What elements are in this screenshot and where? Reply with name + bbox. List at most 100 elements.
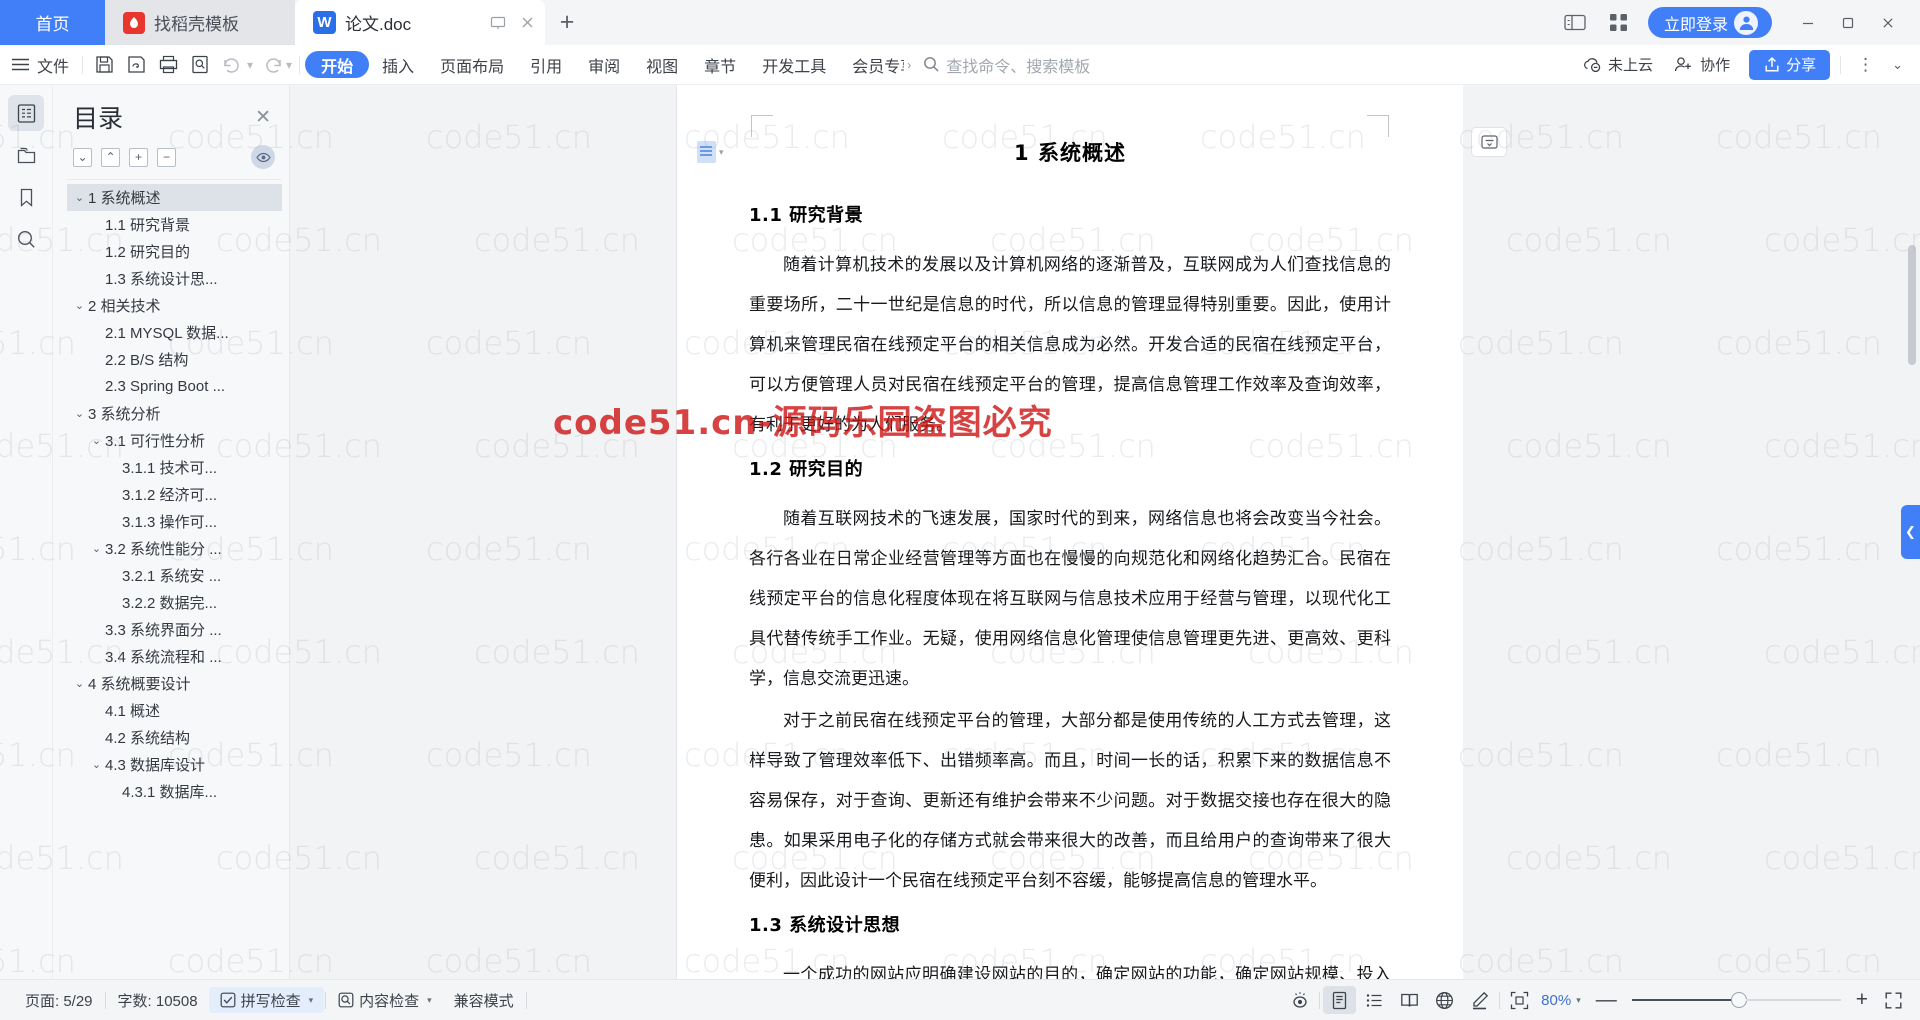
chevron-down-icon[interactable]: ⌄ xyxy=(71,191,88,204)
view-web-layout-icon[interactable] xyxy=(1428,986,1461,1014)
tab-review[interactable]: 审阅 xyxy=(575,51,633,78)
collapse-ribbon-button[interactable]: ⌄ xyxy=(1886,57,1910,73)
eye-care-mode-icon[interactable] xyxy=(1283,986,1316,1014)
tab-references[interactable]: 引用 xyxy=(517,51,575,78)
close-window-button[interactable] xyxy=(1868,0,1908,45)
right-panel-expand-button[interactable]: ❮ xyxy=(1901,505,1920,559)
tab-find-template[interactable]: 找稻壳模板 xyxy=(105,0,295,45)
collapse-all-icon[interactable]: − xyxy=(157,147,176,167)
print-icon[interactable] xyxy=(152,50,184,80)
toc-item[interactable]: ⌄ 4 系统概要设计 xyxy=(67,670,282,697)
print-preview-icon[interactable] xyxy=(184,50,216,80)
spell-check-button[interactable]: 拼写检查 ▾ xyxy=(208,987,325,1013)
collaborate-button[interactable]: 协作 xyxy=(1666,51,1738,79)
toc-item[interactable]: ⌄ 3 系统分析 xyxy=(67,400,282,427)
toc-item[interactable]: 3.2.2 数据完... xyxy=(67,589,282,616)
paragraph-style-badge[interactable]: ▾ xyxy=(697,141,724,163)
chevron-up-icon[interactable]: ⌃ xyxy=(101,147,120,167)
tab-page-layout[interactable]: 页面布局 xyxy=(427,51,517,78)
toc-close-icon[interactable]: ✕ xyxy=(251,106,275,129)
view-print-layout-icon[interactable] xyxy=(1323,986,1357,1014)
compat-mode-indicator[interactable]: 兼容模式 xyxy=(443,987,525,1013)
document-page[interactable]: ▾ 1 系统概述 1.1 研究背景 随着计算机技术的发展以及计算机网络的逐渐普及… xyxy=(677,85,1463,979)
search-input[interactable]: 查找命令、搜索模板 xyxy=(923,53,1090,77)
cloud-status-button[interactable]: 未上云 xyxy=(1574,51,1661,79)
tab-section[interactable]: 章节 xyxy=(691,51,749,78)
close-tab-icon[interactable] xyxy=(520,15,535,30)
toc-item[interactable]: 3.1.1 技术可... xyxy=(67,454,282,481)
word-count-indicator[interactable]: 字数: 10508 xyxy=(107,987,209,1013)
expand-all-icon[interactable]: + xyxy=(129,147,148,167)
toc-item[interactable]: 4.3.1 数据库... xyxy=(67,778,282,805)
undo-button[interactable]: ▾ xyxy=(216,50,255,80)
login-button[interactable]: 立即登录 xyxy=(1647,7,1772,38)
tab-insert[interactable]: 插入 xyxy=(369,51,427,78)
toc-eye-icon[interactable] xyxy=(251,145,275,169)
document-canvas[interactable]: ▾ 1 系统概述 1.1 研究背景 随着计算机技术的发展以及计算机网络的逐渐普及… xyxy=(290,85,1920,979)
toc-list[interactable]: ⌄ 1 系统概述 1.1 研究背景 1.2 研究目的 1.3 系统设计思... ⌄ 2 相关… xyxy=(67,179,282,979)
toc-item[interactable]: 3.4 系统流程和 ... xyxy=(67,643,282,670)
chevron-down-icon[interactable]: ⌄ xyxy=(88,542,105,555)
chevron-down-icon[interactable]: ⌄ xyxy=(88,758,105,771)
rail-outline-button[interactable] xyxy=(8,95,44,131)
view-outline-icon[interactable] xyxy=(1358,986,1391,1014)
chevron-down-icon[interactable]: ⌄ xyxy=(73,147,92,167)
tab-home[interactable]: 首页 xyxy=(0,0,105,45)
rail-search-button[interactable] xyxy=(8,221,44,257)
fullscreen-icon[interactable] xyxy=(1877,986,1910,1014)
tab-start[interactable]: 开始 xyxy=(305,51,370,78)
toc-item[interactable]: 2.3 Spring Boot ... xyxy=(67,373,282,400)
toc-item[interactable]: 3.3 系统界面分 ... xyxy=(67,616,282,643)
chevron-down-icon[interactable]: ⌄ xyxy=(71,677,88,690)
split-view-icon[interactable] xyxy=(1560,10,1590,36)
tab-developer-tools[interactable]: 开发工具 xyxy=(749,51,839,78)
toc-item[interactable]: ⌄ 3.2 系统性能分 ... xyxy=(67,535,282,562)
share-button[interactable]: 分享 xyxy=(1749,49,1831,80)
toc-item[interactable]: ⌄ 2 相关技术 xyxy=(67,292,282,319)
tab-member-exclusive[interactable]: 会员专享 › xyxy=(839,51,913,78)
toc-item[interactable]: 2.1 MYSQL 数据... xyxy=(67,319,282,346)
minimize-button[interactable] xyxy=(1788,0,1828,45)
redo-button[interactable]: ▾ xyxy=(255,50,294,80)
zoom-out-button[interactable]: — xyxy=(1589,988,1624,1012)
save-as-cloud-icon[interactable] xyxy=(120,50,152,80)
present-icon[interactable] xyxy=(490,15,506,31)
zoom-slider-knob[interactable] xyxy=(1730,992,1747,1008)
save-icon[interactable] xyxy=(88,50,120,80)
more-options-button[interactable]: ⋮ xyxy=(1851,55,1881,75)
toc-item[interactable]: 1.3 系统设计思... xyxy=(67,265,282,292)
chevron-down-icon[interactable]: ⌄ xyxy=(71,299,88,312)
content-check-button[interactable]: 内容检查 ▾ xyxy=(327,987,443,1013)
toc-item[interactable]: ⌄ 3.1 可行性分析 xyxy=(67,427,282,454)
toc-item[interactable]: 4.1 概述 xyxy=(67,697,282,724)
toc-item[interactable]: 2.2 B/S 结构 xyxy=(67,346,282,373)
toc-item[interactable]: 3.1.3 操作可... xyxy=(67,508,282,535)
zoom-slider[interactable] xyxy=(1631,992,1841,1008)
grid-apps-icon[interactable] xyxy=(1604,10,1634,36)
page-options-button[interactable] xyxy=(1471,127,1507,157)
toc-item[interactable]: 3.2.1 系统安 ... xyxy=(67,562,282,589)
chevron-down-icon[interactable]: ⌄ xyxy=(71,407,88,420)
new-tab-button[interactable]: + xyxy=(545,0,589,45)
tab-document[interactable]: W 论文.doc xyxy=(295,0,545,45)
chevron-down-icon[interactable]: ⌄ xyxy=(88,434,105,447)
vertical-scrollbar-thumb[interactable] xyxy=(1908,245,1916,365)
maximize-button[interactable] xyxy=(1828,0,1868,45)
chevron-down-icon[interactable]: ▾ xyxy=(1576,995,1587,1006)
toc-item[interactable]: 3.1.2 经济可... xyxy=(67,481,282,508)
toc-item[interactable]: 4.2 系统结构 xyxy=(67,724,282,751)
rail-bookmark-button[interactable] xyxy=(8,179,44,215)
rail-thumbnail-button[interactable] xyxy=(8,137,44,173)
toc-item[interactable]: 1.2 研究目的 xyxy=(67,238,282,265)
file-menu-button[interactable]: 文件 xyxy=(8,50,77,80)
page-indicator[interactable]: 页面: 5/29 xyxy=(14,987,104,1013)
zoom-in-button[interactable]: + xyxy=(1849,988,1875,1012)
tab-view[interactable]: 视图 xyxy=(633,51,691,78)
zoom-level-label[interactable]: 80% xyxy=(1538,992,1571,1009)
toc-item[interactable]: ⌄ 4.3 数据库设计 xyxy=(67,751,282,778)
fit-page-icon[interactable] xyxy=(1503,986,1536,1014)
pen-markup-icon[interactable] xyxy=(1463,986,1496,1014)
toc-item[interactable]: ⌄ 1 系统概述 xyxy=(67,184,282,211)
view-reading-icon[interactable] xyxy=(1393,986,1426,1014)
toc-item[interactable]: 1.1 研究背景 xyxy=(67,211,282,238)
